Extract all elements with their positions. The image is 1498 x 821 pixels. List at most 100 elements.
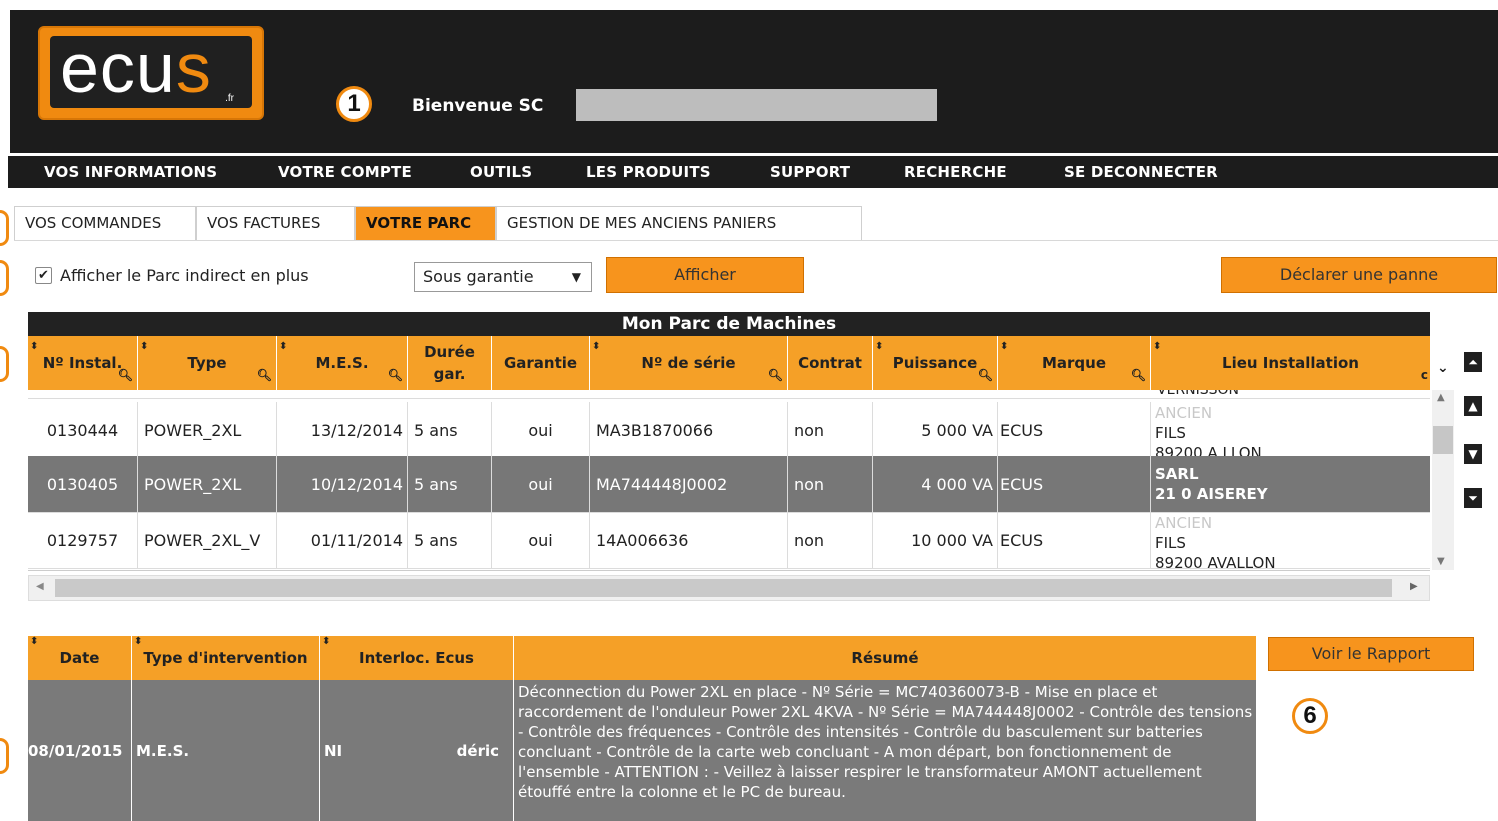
cell-serie: MA744448J0002 [590, 456, 788, 512]
previous-page-icon[interactable]: ▲ [1464, 396, 1482, 416]
sort-icon[interactable]: ⬍ [30, 636, 38, 647]
cell-garantie: oui [492, 456, 590, 512]
lieu-line-1: SARL [1155, 465, 1199, 483]
sort-icon[interactable]: ⬍ [592, 336, 600, 358]
cell-type: POWER_2XL [138, 456, 277, 512]
col-header-duree[interactable]: Durée gar. [408, 336, 492, 390]
search-icon[interactable]: c [1421, 364, 1428, 386]
tab-vos-commandes[interactable]: VOS COMMANDES [14, 206, 196, 240]
cell-resume: Déconnection du Power 2XL en place - Nº … [518, 683, 1253, 801]
double-chevron-down-icon[interactable]: ⌄ [1437, 360, 1449, 376]
cell-instal: 0130405 [28, 456, 138, 512]
search-icon[interactable]: 🔍︎ [1131, 364, 1146, 386]
cell-lieu: SARL 21 0 AISEREY [1151, 456, 1430, 512]
col-header-puissance[interactable]: ⬍ Puissance 🔍︎ [873, 336, 998, 390]
vertical-scrollbar[interactable] [1432, 390, 1454, 570]
main-nav: VOS INFORMATIONS VOTRE COMPTE OUTILS LES… [8, 156, 1498, 188]
col-header-type-intervention[interactable]: ⬍ Type d'intervention [132, 636, 320, 680]
vertical-scroll-thumb[interactable] [1433, 426, 1453, 454]
sort-icon[interactable]: ⬍ [1153, 336, 1161, 358]
col-header-mes[interactable]: ⬍ M.E.S. 🔍︎ [277, 336, 408, 390]
nav-se-deconnecter[interactable]: SE DECONNECTER [1064, 163, 1218, 181]
nav-outils[interactable]: OUTILS [470, 163, 532, 181]
col-header-interloc[interactable]: ⬍ Interloc. Ecus [320, 636, 514, 680]
redacted-username [576, 89, 937, 121]
interloc-part-2: déric [456, 741, 499, 760]
parc-indirect-label: Afficher le Parc indirect en plus [60, 266, 309, 285]
first-page-icon[interactable]: ⏶ [1464, 352, 1482, 372]
col-header-instal[interactable]: ⬍ Nº Instal. 🔍︎ [28, 336, 138, 390]
cell-mes: 01/11/2014 [277, 512, 408, 568]
col-header-garantie[interactable]: Garantie [492, 336, 590, 390]
parc-indirect-checkbox[interactable]: ✔ [35, 267, 52, 284]
scroll-up-arrow-icon[interactable]: ▲ [1437, 392, 1445, 403]
sort-icon[interactable]: ⬍ [322, 636, 330, 647]
search-icon[interactable]: 🔍︎ [118, 364, 133, 386]
next-page-icon[interactable]: ▼ [1464, 444, 1482, 464]
garantie-select[interactable]: Sous garantie ▼ [414, 262, 592, 292]
sort-icon[interactable]: ⬍ [875, 336, 883, 358]
sort-icon[interactable]: ⬍ [134, 636, 142, 647]
callout-marker-6: 6 [1292, 698, 1328, 734]
scroll-down-arrow-icon[interactable]: ▼ [1437, 556, 1445, 567]
scroll-right-arrow-icon[interactable]: ▶ [1410, 581, 1418, 592]
col-header-date[interactable]: ⬍ Date [28, 636, 132, 680]
callout-marker-edge [0, 210, 9, 246]
nav-les-produits[interactable]: LES PRODUITS [586, 163, 711, 181]
interloc-part-1: NI [324, 741, 343, 760]
table-row-partial[interactable]: VERNISSON [28, 390, 1430, 399]
nav-recherche[interactable]: RECHERCHE [904, 163, 1007, 181]
afficher-button[interactable]: Afficher [606, 257, 804, 293]
col-header-lieu[interactable]: ⬍ Lieu Installation c [1151, 336, 1430, 390]
cell-date: 08/01/2015 [28, 680, 132, 821]
tab-vos-factures[interactable]: VOS FACTURES [196, 206, 355, 240]
tab-votre-parc[interactable]: VOTRE PARC [355, 206, 496, 240]
table-row[interactable]: 0130444 POWER_2XL 13/12/2014 5 ans oui M… [28, 402, 1430, 459]
search-icon[interactable]: 🔍︎ [768, 364, 783, 386]
cell-contrat: non [788, 512, 873, 568]
nav-votre-compte[interactable]: VOTRE COMPTE [278, 163, 412, 181]
col-header-marque[interactable]: ⬍ Marque 🔍︎ [998, 336, 1151, 390]
cell-instal: 0129757 [28, 512, 138, 568]
cell-type-intervention: M.E.S. [132, 680, 320, 821]
lieu-line-2: FILS [1155, 534, 1186, 552]
cell-mes: 13/12/2014 [277, 402, 408, 458]
search-icon[interactable]: 🔍︎ [388, 364, 403, 386]
nav-vos-informations[interactable]: VOS INFORMATIONS [44, 163, 217, 181]
sort-icon[interactable]: ⬍ [140, 336, 148, 358]
search-icon[interactable]: 🔍︎ [978, 364, 993, 386]
col-header-type[interactable]: ⬍ Type 🔍︎ [138, 336, 277, 390]
cell-serie: MA3B1870066 [590, 402, 788, 458]
parc-table-body: VERNISSON 0130444 POWER_2XL 13/12/2014 5… [28, 390, 1430, 571]
cell-contrat: non [788, 402, 873, 458]
sort-icon[interactable]: ⬍ [1000, 336, 1008, 358]
col-header-contrat[interactable]: Contrat [788, 336, 873, 390]
search-icon[interactable]: 🔍︎ [257, 364, 272, 386]
logo-inner: ecus .fr [50, 29, 252, 108]
logo-suffix: .fr [225, 93, 234, 104]
tab-divider [14, 240, 1498, 241]
horizontal-scroll-thumb[interactable] [55, 579, 1392, 597]
cell-duree: 5 ans [408, 512, 492, 568]
sort-icon[interactable]: ⬍ [279, 336, 287, 358]
parc-table-title: Mon Parc de Machines [28, 312, 1430, 336]
col-header-serie[interactable]: ⬍ Nº de série 🔍︎ [590, 336, 788, 390]
nav-support[interactable]: SUPPORT [770, 163, 850, 181]
table-row[interactable]: 0129757 POWER_2XL_V 01/11/2014 5 ans oui… [28, 512, 1430, 569]
interventions-table-header: ⬍ Date ⬍ Type d'intervention ⬍ Interloc. Ec… [28, 636, 1256, 680]
sort-icon[interactable]: ⬍ [30, 336, 38, 358]
ecus-logo[interactable]: ecus .fr [38, 26, 264, 120]
last-page-icon[interactable]: ⏷ [1464, 488, 1482, 508]
col-header-resume[interactable]: Résumé [514, 636, 1256, 680]
intervention-row[interactable]: 08/01/2015 M.E.S. NI déric Déconnection … [28, 680, 1256, 821]
declarer-panne-button[interactable]: Déclarer une panne [1221, 257, 1497, 293]
garantie-select-value: Sous garantie [423, 267, 534, 286]
scroll-left-arrow-icon[interactable]: ◀ [36, 581, 44, 592]
cell-puissance: 5 000 VA [873, 402, 998, 458]
table-row-selected[interactable]: 0130405 POWER_2XL 10/12/2014 5 ans oui M… [28, 456, 1430, 513]
cell-contrat: non [788, 456, 873, 512]
cell-marque: ECUS [998, 402, 1151, 458]
cell-marque: ECUS [998, 512, 1151, 568]
tab-gestion-paniers[interactable]: GESTION DE MES ANCIENS PANIERS [496, 206, 862, 240]
voir-rapport-button[interactable]: Voir le Rapport [1268, 637, 1474, 671]
